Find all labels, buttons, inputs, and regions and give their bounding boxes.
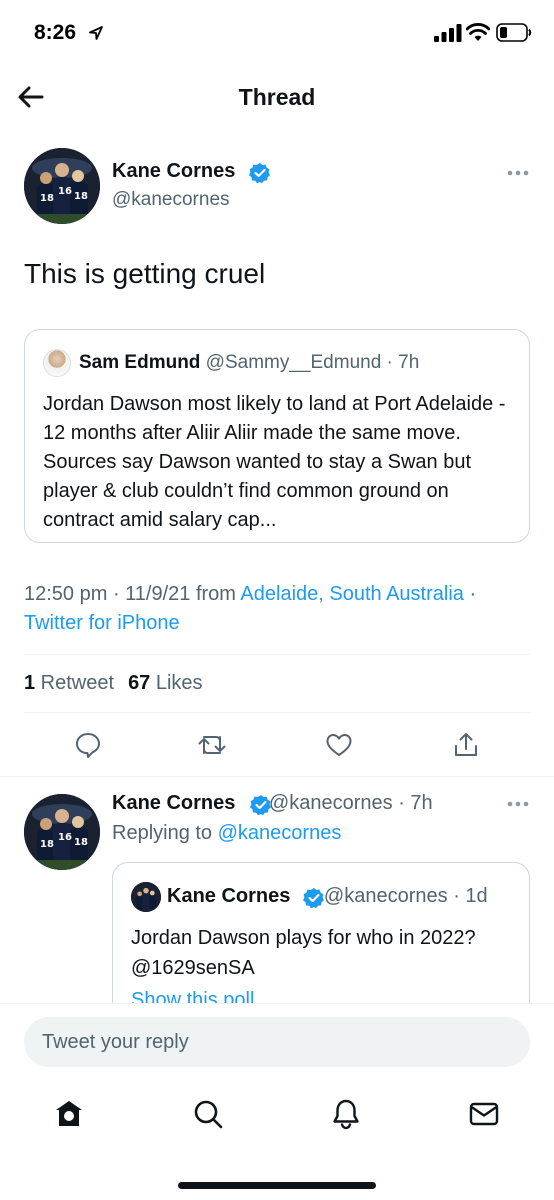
- quoted-author-name: Sam Edmund: [79, 352, 201, 373]
- svg-text:18: 18: [74, 191, 88, 202]
- location-link[interactable]: Adelaide, South Australia: [240, 583, 464, 605]
- home-icon: [56, 1101, 82, 1126]
- page-title: Thread: [238, 84, 316, 110]
- bell-icon: [333, 1099, 359, 1130]
- tweet-separator: [0, 776, 554, 777]
- tweet-stats: 1 Retweet 67 Likes: [24, 672, 203, 695]
- home-indicator[interactable]: [178, 1182, 376, 1189]
- retweet-button[interactable]: [197, 730, 227, 760]
- share-button[interactable]: [451, 730, 481, 760]
- reply-tweet-header: Kane Cornes @kanecornes · 7h: [112, 792, 433, 815]
- cellular-signal-icon: [434, 24, 462, 42]
- like-label: Likes: [150, 672, 203, 694]
- verified-badge-icon: [303, 888, 324, 909]
- more-dots-icon[interactable]: [506, 799, 530, 809]
- envelope-icon: [469, 1102, 499, 1126]
- reply-input[interactable]: [24, 1017, 530, 1067]
- search-icon: [194, 1100, 223, 1129]
- retweet-count: 1: [24, 672, 36, 694]
- quoted-author-avatar: [43, 349, 71, 377]
- battery-icon: [496, 23, 532, 42]
- quoted-tweet-card[interactable]: Sam Edmund @Sammy__Edmund · 7h Jordan Da…: [24, 329, 530, 543]
- quoted-author-meta: @Sammy__Edmund · 7h: [200, 352, 420, 373]
- reply-compose-box[interactable]: [24, 1017, 530, 1067]
- likes-stat[interactable]: 67 Likes: [128, 672, 203, 694]
- location-arrow-icon: [89, 26, 103, 40]
- quoted-tweet-text: Jordan Dawson plays for who in 2022? @16…: [131, 927, 476, 979]
- quoted-author-name: Kane Cornes: [167, 885, 291, 907]
- status-time: 8:26: [34, 21, 77, 44]
- svg-text:16: 16: [58, 186, 72, 197]
- svg-text:18: 18: [40, 193, 54, 204]
- nav-search[interactable]: [191, 1097, 225, 1131]
- avatar-photo: [131, 882, 161, 912]
- avatar-photo: 18 16 18: [24, 794, 100, 870]
- tweet-timestamp: 12:50 pm · 11/9/21 from: [24, 583, 241, 605]
- source-link[interactable]: Twitter for iPhone: [24, 612, 180, 634]
- reply-bubble-icon: [76, 733, 100, 758]
- like-count: 67: [128, 672, 151, 694]
- status-bar: 8:26: [0, 0, 554, 66]
- author-avatar[interactable]: 18 16 18: [24, 148, 100, 224]
- quoted-tweet-header: Sam Edmund @Sammy__Edmund · 7h: [79, 352, 419, 374]
- nav-home[interactable]: [52, 1097, 86, 1131]
- svg-text:18: 18: [40, 839, 54, 850]
- divider: [24, 712, 530, 713]
- replying-handle-link[interactable]: @kanecornes: [218, 822, 342, 844]
- quoted-tweet-text: Jordan Dawson most likely to land at Por…: [43, 393, 506, 531]
- quoted-author-avatar: [131, 882, 161, 912]
- heart-icon: [326, 734, 352, 756]
- reply-author-meta[interactable]: @kanecornes · 7h: [263, 792, 433, 814]
- svg-text:18: 18: [74, 837, 88, 848]
- share-icon: [455, 733, 477, 756]
- nav-notifications[interactable]: [329, 1097, 363, 1131]
- nav-messages[interactable]: [467, 1097, 501, 1131]
- divider: [24, 654, 530, 655]
- retweet-label: Retweet: [35, 672, 115, 694]
- tweet-metadata: 12:50 pm · 11/9/21 from Adelaide, South …: [24, 580, 534, 638]
- wifi-icon: [466, 23, 490, 41]
- meta-separator: ·: [463, 583, 477, 605]
- reply-author-name[interactable]: Kane Cornes: [112, 792, 235, 814]
- tweet-text: This is getting cruel: [24, 258, 266, 289]
- retweets-stat[interactable]: 1 Retweet: [24, 672, 114, 694]
- replying-to: Replying to @kanecornes: [112, 822, 341, 845]
- like-button[interactable]: [324, 730, 354, 760]
- more-dots-icon[interactable]: [506, 168, 530, 178]
- retweet-icon: [198, 736, 226, 754]
- svg-text:16: 16: [58, 832, 72, 843]
- avatar-photo: 18 16 18: [24, 148, 100, 224]
- quoted-author-meta: @kanecornes · 1d: [318, 885, 488, 907]
- thread-header: Thread: [0, 66, 554, 132]
- author-handle[interactable]: @kanecornes: [112, 189, 230, 211]
- verified-badge-icon: [250, 795, 271, 816]
- reply-author-avatar[interactable]: 18 16 18: [24, 794, 100, 870]
- verified-badge-icon: [249, 163, 270, 184]
- reply-button[interactable]: [73, 730, 103, 760]
- bottom-bar: [0, 1003, 554, 1200]
- quoted-tweet-header: Kane Cornes @kanecornes · 1d: [167, 885, 488, 908]
- replying-prefix: Replying to: [112, 822, 218, 844]
- author-name[interactable]: Kane Cornes: [112, 160, 235, 183]
